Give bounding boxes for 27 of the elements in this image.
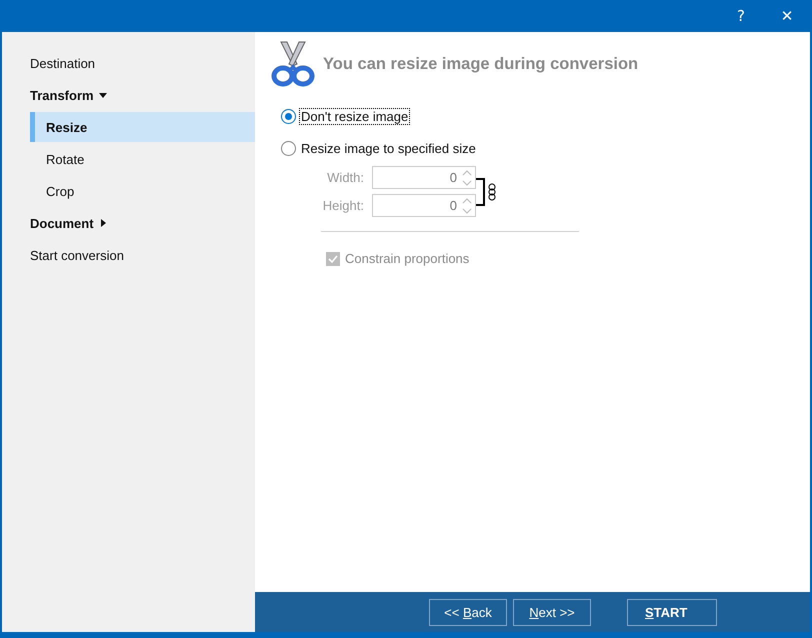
option-label: Resize image to specified size [300,140,477,156]
sidebar-item[interactable]: Transform [30,80,255,110]
spinner-icon [461,196,473,216]
start-button[interactable]: START [627,598,717,626]
help-button[interactable]: ? [718,0,764,32]
sidebar-item[interactable]: Start conversion [30,240,255,270]
checkbox-label: Constrain proportions [345,251,470,266]
close-button[interactable]: ✕ [764,0,810,32]
sidebar-item[interactable]: Destination [30,48,255,78]
sidebar-item[interactable]: Document [30,208,255,238]
sidebar-item[interactable]: Rotate [30,144,255,174]
field-label: Width: [326,170,364,185]
radio-button[interactable] [281,108,296,124]
link-bracket-icon [476,176,498,206]
field-label: Height: [322,198,364,213]
sidebar-item[interactable]: Resize [30,112,255,142]
scissors-icon [271,40,315,88]
page-title: You can resize image during conversion [323,54,638,74]
spinner-icon [461,168,473,188]
radio-button[interactable] [281,140,296,156]
back-button[interactable]: << Back [429,598,507,626]
option-label: Don't resize image [300,108,410,124]
next-button[interactable]: Next >> [513,598,591,626]
number-field[interactable]: 0 [372,194,476,217]
number-field[interactable]: 0 [372,166,476,189]
sidebar-item[interactable]: Crop [30,176,255,206]
caret-icon [98,90,108,100]
